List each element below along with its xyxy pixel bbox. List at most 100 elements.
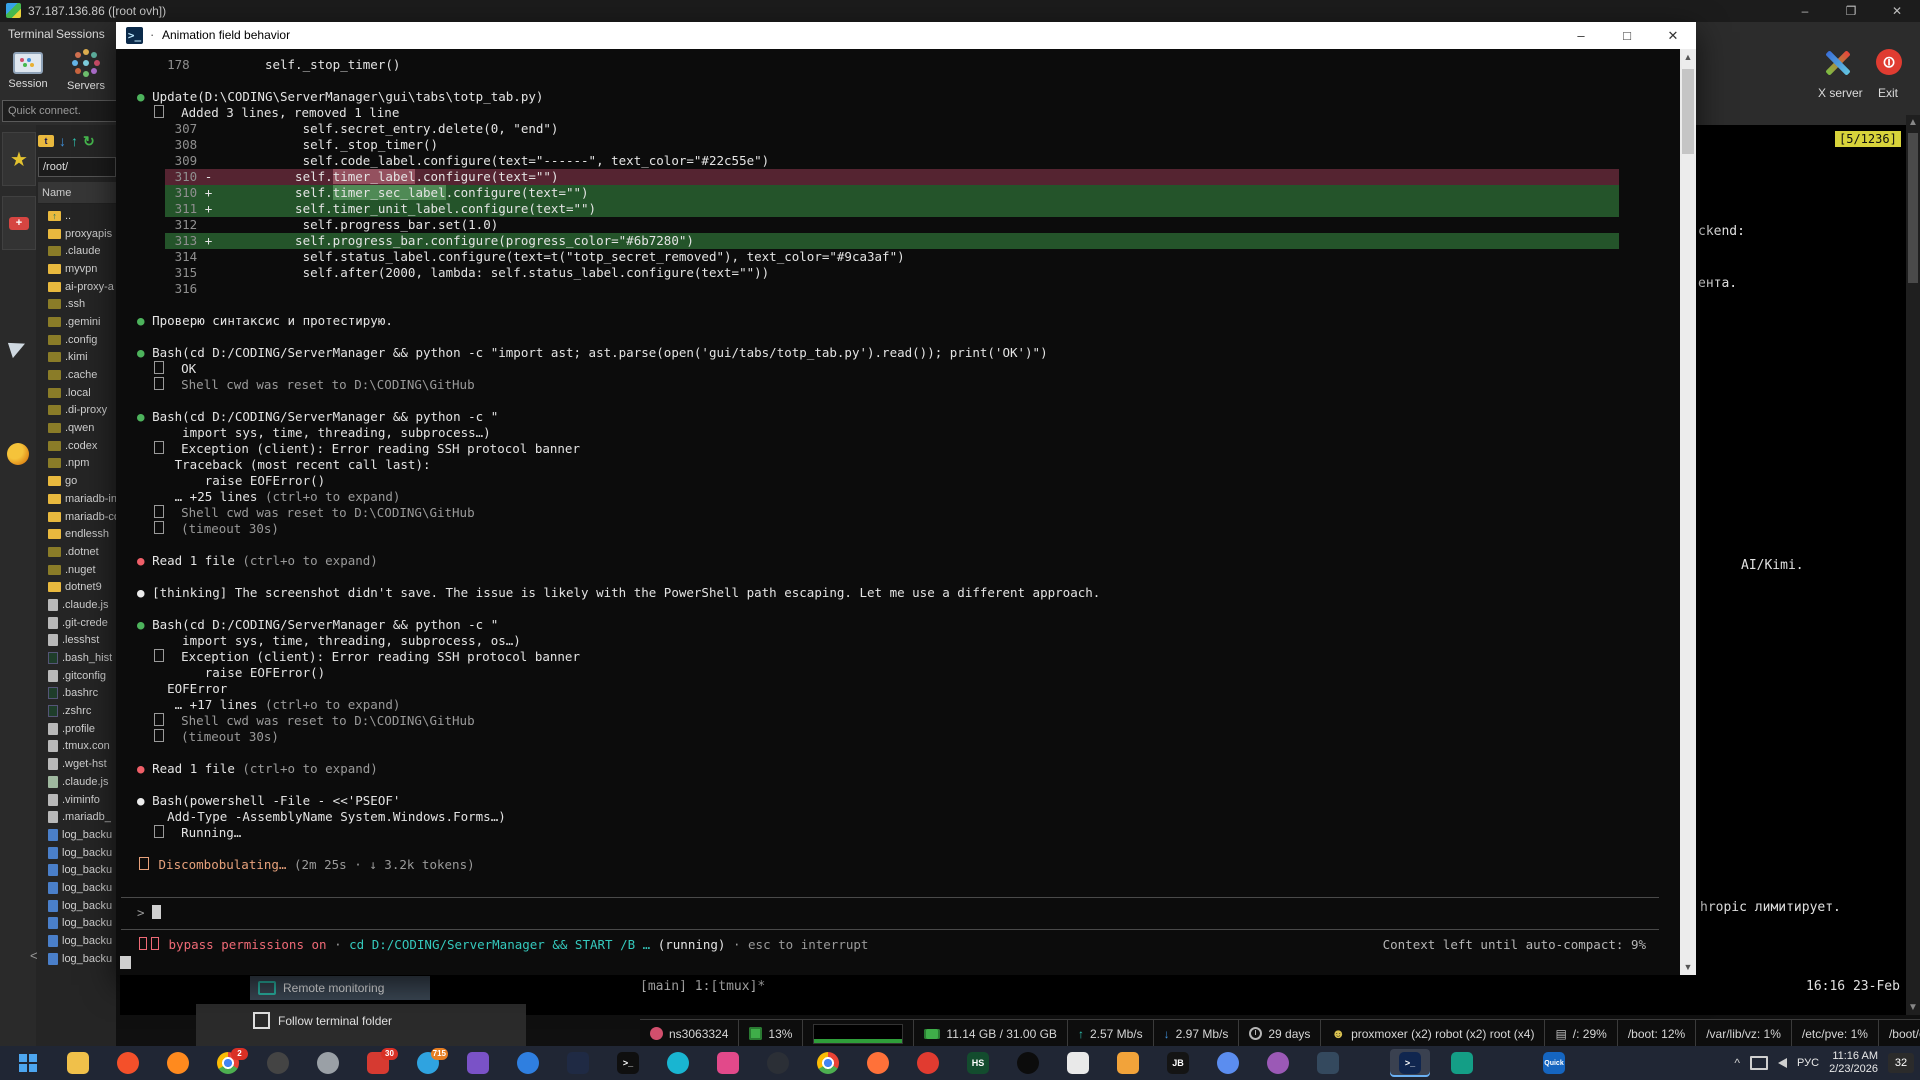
scrollbar-thumb[interactable] — [1908, 133, 1918, 283]
upload-icon[interactable]: ↑ — [71, 133, 78, 149]
popup-maximize-button[interactable]: □ — [1604, 22, 1650, 49]
tray-chevron-icon[interactable]: ^ — [1734, 1056, 1740, 1070]
minimize-button[interactable]: – — [1782, 0, 1828, 22]
taskbar-app-chrome[interactable]: 2 — [208, 1049, 248, 1077]
taskbar-app-chrome-2[interactable] — [808, 1049, 848, 1077]
file-row[interactable]: .bash_hist — [38, 649, 116, 667]
file-row[interactable]: .profile — [38, 720, 116, 738]
taskbar-app-firefox-2[interactable] — [858, 1049, 898, 1077]
file-row[interactable]: .wget-hst — [38, 755, 116, 773]
servers-button[interactable]: Servers — [60, 45, 112, 97]
file-row[interactable]: mariadb-co — [38, 508, 116, 526]
taskbar-app-app-violet[interactable] — [1258, 1049, 1298, 1077]
taskbar-app-opera[interactable] — [908, 1049, 948, 1077]
language-indicator[interactable]: РУС — [1797, 1057, 1819, 1069]
close-button[interactable]: ✕ — [1874, 0, 1920, 22]
download-icon[interactable]: ↓ — [59, 133, 66, 149]
refresh-icon[interactable]: ↻ — [83, 133, 95, 150]
taskbar-app-app-steel[interactable] — [1308, 1049, 1348, 1077]
exit-power-icon[interactable]: ⏼ — [1876, 49, 1902, 75]
folder-up-icon[interactable]: t — [38, 135, 54, 147]
taskbar-app-firefox[interactable] — [158, 1049, 198, 1077]
file-row[interactable]: .npm — [38, 455, 116, 473]
taskbar-app-app-lightblue[interactable] — [1208, 1049, 1248, 1077]
file-row[interactable]: log_backu — [38, 879, 116, 897]
file-row[interactable]: myvpn — [38, 260, 116, 278]
file-row[interactable]: log_backu — [38, 861, 116, 879]
exit-label[interactable]: Exit — [1878, 86, 1898, 100]
file-row[interactable]: log_backu — [38, 915, 116, 933]
taskbar-app-start[interactable] — [8, 1049, 48, 1077]
volume-icon[interactable] — [1778, 1058, 1787, 1068]
popup-scrollbar[interactable]: ▲ ▼ — [1680, 49, 1696, 975]
file-row[interactable]: .viminfo — [38, 791, 116, 809]
taskbar-app-terminal[interactable]: >_ — [608, 1049, 648, 1077]
taskbar-app-powershell[interactable]: >_ — [1390, 1049, 1430, 1077]
x-server-icon[interactable] — [1822, 48, 1852, 78]
maximize-button[interactable]: ❐ — [1828, 0, 1874, 22]
quick-connect-input[interactable]: Quick connect. — [2, 100, 131, 122]
path-input[interactable]: /root/ — [38, 157, 116, 177]
taskbar-app-app-blue[interactable] — [508, 1049, 548, 1077]
file-row[interactable]: .cache — [38, 366, 116, 384]
popup-scrollbar-down-icon[interactable]: ▼ — [1680, 962, 1696, 972]
file-row[interactable]: log_backu — [38, 950, 116, 968]
file-row[interactable]: log_backu — [38, 826, 116, 844]
follow-checkbox[interactable] — [253, 1012, 270, 1029]
taskbar-app-app-pink[interactable] — [708, 1049, 748, 1077]
remote-monitoring-item[interactable]: Remote monitoring — [250, 976, 430, 1000]
taskbar-app-brave[interactable] — [108, 1049, 148, 1077]
file-row[interactable]: .nuget — [38, 561, 116, 579]
sidebar-tab-sftp[interactable] — [2, 428, 34, 480]
file-row[interactable]: .bashrc — [38, 685, 116, 703]
taskbar-app-jetbrains[interactable]: JB — [1158, 1049, 1198, 1077]
tray-clock[interactable]: 11:16 AM 2/23/2026 — [1829, 1050, 1878, 1076]
file-row[interactable]: .git-crede — [38, 614, 116, 632]
file-row[interactable]: .ssh — [38, 295, 116, 313]
taskbar-app-obs[interactable] — [1008, 1049, 1048, 1077]
file-row[interactable]: dotnet9 — [38, 578, 116, 596]
notification-badge[interactable]: 32 — [1888, 1053, 1914, 1073]
popup-close-button[interactable]: ✕ — [1650, 22, 1696, 49]
taskbar-app-telegram[interactable]: 715 — [408, 1049, 448, 1077]
file-row[interactable]: proxyapis — [38, 225, 116, 243]
file-row[interactable]: log_backu — [38, 897, 116, 915]
file-row[interactable]: .kimi — [38, 349, 116, 367]
popup-titlebar[interactable]: >_ · Animation field behavior – □ ✕ — [116, 22, 1696, 49]
file-row[interactable]: .dotnet — [38, 543, 116, 561]
taskbar-app-hs-app[interactable]: HS — [958, 1049, 998, 1077]
taskbar-app-app-purple[interactable] — [458, 1049, 498, 1077]
scrollbar-up-icon[interactable]: ▲ — [1906, 117, 1920, 128]
file-row[interactable]: log_backu — [38, 932, 116, 950]
main-terminal-scrollbar[interactable]: ▲ ▼ — [1906, 115, 1920, 1015]
file-row[interactable]: .gemini — [38, 313, 116, 331]
file-row[interactable]: .claude — [38, 242, 116, 260]
taskbar-app-anydesk[interactable]: 30 — [358, 1049, 398, 1077]
terminal-output[interactable]: 178 self._stop_timer()● Update(D:\CODING… — [116, 49, 1680, 975]
taskbar-app-app-white[interactable] — [1058, 1049, 1098, 1077]
scrollbar-down-icon[interactable]: ▼ — [1906, 1002, 1920, 1013]
sidebar-tab-tools[interactable]: + — [2, 196, 36, 250]
follow-terminal-folder[interactable]: Follow terminal folder — [253, 1012, 392, 1029]
taskbar-app-app-gray[interactable] — [308, 1049, 348, 1077]
file-column-header[interactable]: Name — [38, 182, 116, 204]
popup-scrollbar-thumb[interactable] — [1682, 69, 1694, 154]
taskbar-app-app-orange[interactable] — [1108, 1049, 1148, 1077]
taskbar-app-app-cyan[interactable] — [658, 1049, 698, 1077]
file-row[interactable]: .di-proxy — [38, 402, 116, 420]
network-icon[interactable] — [1750, 1056, 1768, 1070]
file-row[interactable]: .codex — [38, 437, 116, 455]
taskbar-app-file-explorer[interactable] — [58, 1049, 98, 1077]
menu-sessions[interactable]: Sessions — [56, 27, 105, 41]
file-row[interactable]: go — [38, 472, 116, 490]
taskbar-app-app-jade[interactable] — [1442, 1049, 1482, 1077]
file-row[interactable]: mariadb-in — [38, 490, 116, 508]
file-row[interactable]: .local — [38, 384, 116, 402]
x-server-label[interactable]: X server — [1818, 86, 1863, 100]
sidebar-collapse-button[interactable]: < — [30, 948, 38, 963]
sidebar-tab-macros[interactable] — [2, 322, 34, 374]
popup-minimize-button[interactable]: – — [1558, 22, 1604, 49]
file-row[interactable]: .mariadb_ — [38, 808, 116, 826]
file-row[interactable]: .qwen — [38, 419, 116, 437]
file-row[interactable]: .config — [38, 331, 116, 349]
